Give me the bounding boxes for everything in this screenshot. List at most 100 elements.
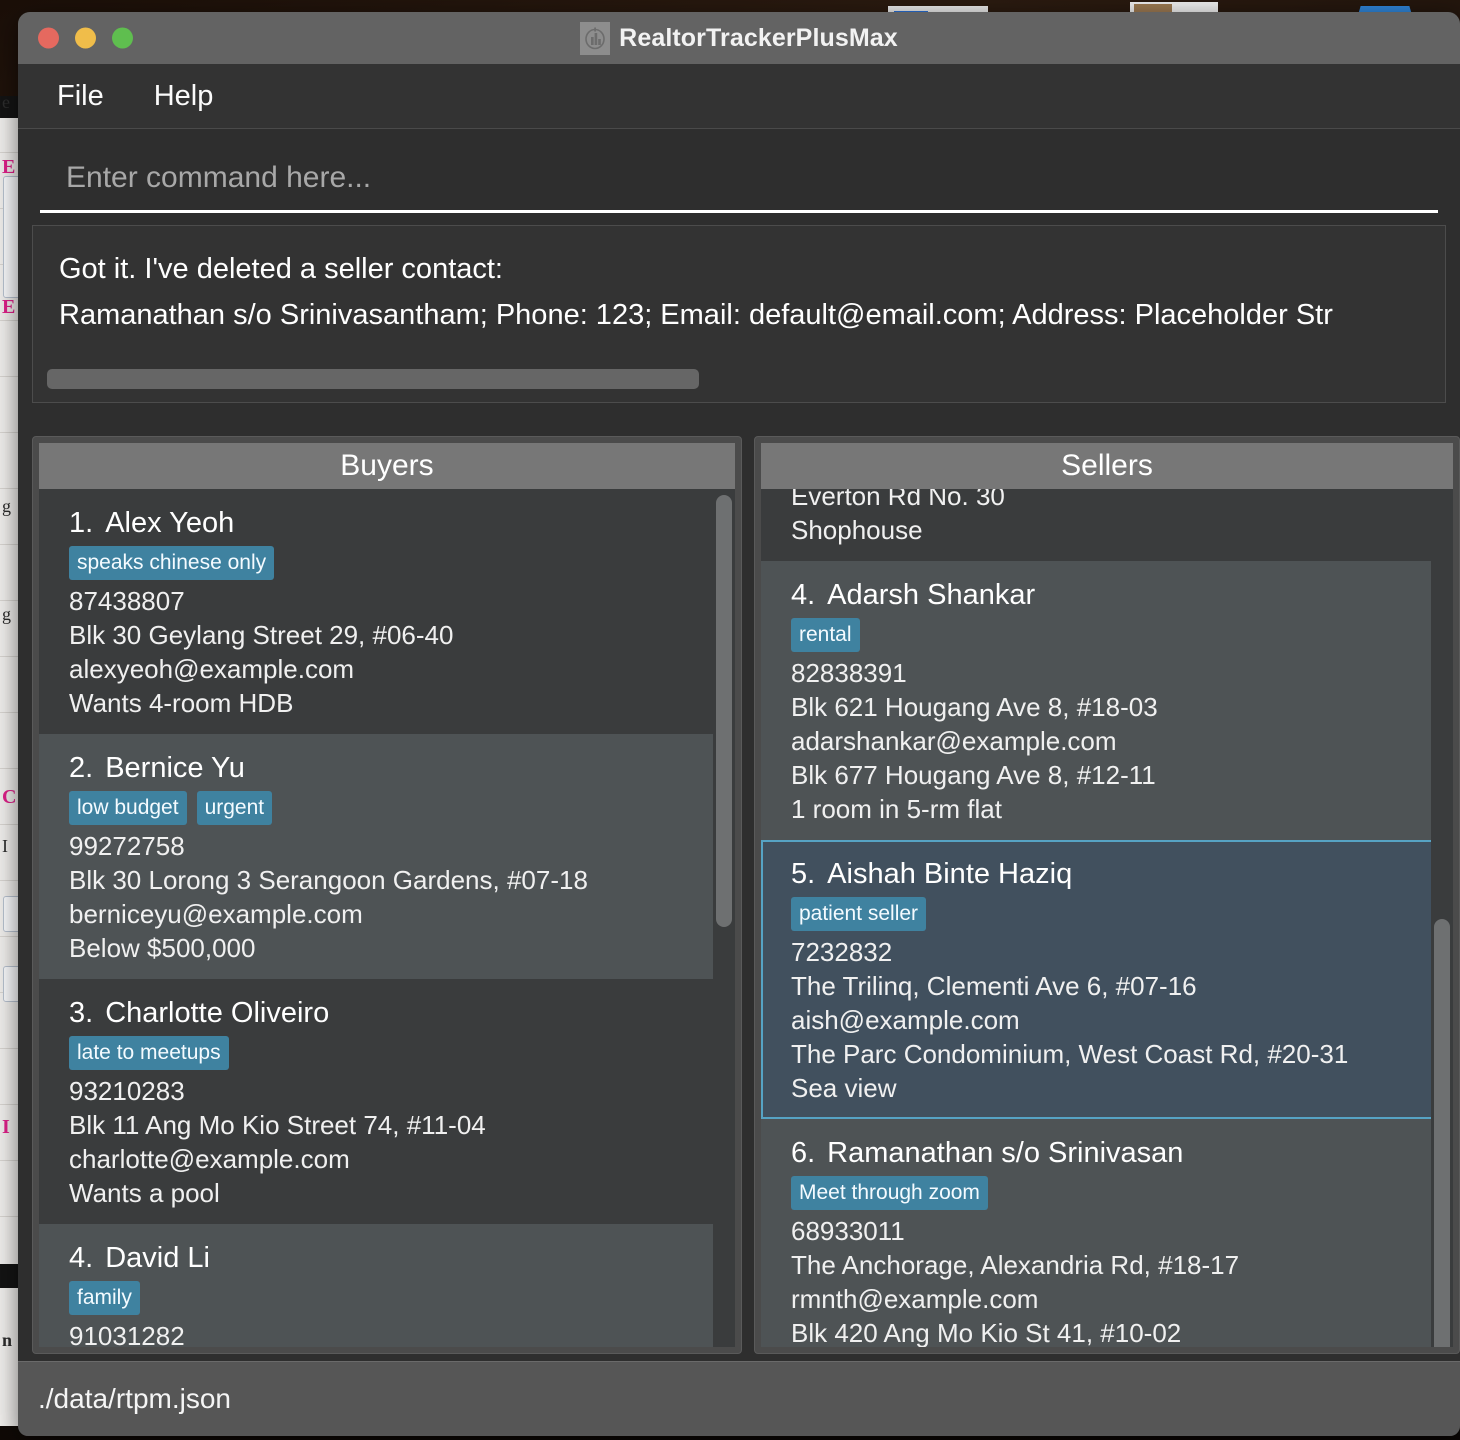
buyer-note: Wants a pool	[69, 1178, 220, 1208]
tag[interactable]: Meet through zoom	[790, 1176, 988, 1210]
buyer-address: Blk 30 Geylang Street 29, #06-40	[69, 620, 454, 650]
seller-card-partial-top[interactable]: Everton Rd No. 30 Shophouse	[760, 489, 1453, 561]
buyer-card-title: 3. Charlotte Oliveiro	[69, 993, 735, 1033]
tag[interactable]: rental	[790, 618, 860, 652]
buyers-scrollbar-thumb[interactable]	[715, 495, 732, 927]
seller-card-4[interactable]: 4. Adarsh Shankar rental 82838391 Blk 621…	[760, 561, 1453, 840]
buyer-card-title: 2. Bernice Yu	[69, 748, 735, 788]
buyer-note: Wants 4-room HDB	[69, 688, 294, 718]
seller-note: 1 room in 5-rm flat	[790, 794, 1002, 824]
response-horizontal-scrollbar-thumb[interactable]	[47, 369, 699, 389]
window-title: RealtorTrackerPlusMax	[619, 23, 898, 52]
menu-item-file[interactable]: File	[51, 78, 110, 115]
buyer-card-4[interactable]: 4.David Li family 91031282 Blk 436 Seran…	[39, 1224, 735, 1347]
buyer-name: Bernice Yu	[105, 752, 245, 784]
buyer-phone: 99272758	[69, 831, 185, 861]
sellers-scrollbar-thumb[interactable]	[1434, 919, 1450, 1347]
buyer-card-1[interactable]: 1. Alex Yeoh speaks chinese only 87438807…	[39, 489, 735, 734]
buyer-index: 3.	[69, 997, 94, 1029]
seller-index: 4.	[790, 579, 816, 611]
response-text: Got it. I've deleted a seller contact: R…	[59, 246, 1460, 338]
app-chart-icon	[580, 21, 611, 55]
close-button[interactable]	[38, 27, 59, 49]
maximize-button[interactable]	[112, 27, 133, 49]
seller-tags: Meet through zoom	[790, 1176, 1453, 1210]
window-title-group: RealtorTrackerPlusMax	[580, 21, 898, 55]
window-titlebar: RealtorTrackerPlusMax	[18, 12, 1460, 64]
seller-card-6[interactable]: 6. Ramanathan s/o Srinivasan Meet through…	[760, 1119, 1453, 1347]
menu-bar: File Help	[18, 64, 1460, 129]
buyer-email: berniceyu@example.com	[69, 899, 363, 929]
sellers-scrollbar[interactable]	[1431, 489, 1453, 1347]
tag[interactable]: low budget	[69, 791, 187, 825]
command-bar	[18, 129, 1460, 213]
menu-item-help[interactable]: Help	[148, 78, 220, 115]
buyer-address: Blk 11 Ang Mo Kio Street 74, #11-04	[69, 1110, 486, 1140]
buyer-index: 2.	[69, 752, 94, 784]
response-horizontal-scrollbar[interactable]	[47, 369, 1439, 389]
minimize-button[interactable]	[75, 27, 96, 49]
buyer-name: Charlotte Oliveiro	[105, 997, 330, 1029]
buyer-card-title: 4. David Li	[69, 1238, 735, 1278]
seller-email: rmnth@example.com	[790, 1284, 1039, 1314]
seller-partial-note: Shophouse	[790, 515, 923, 545]
buyer-phone: 93210283	[69, 1076, 185, 1106]
contacts-panels: Buyers 1. Alex Yeoh speaks chinese only 8…	[18, 436, 1460, 1354]
tag[interactable]: speaks chinese only	[69, 546, 275, 580]
buyer-email: charlotte@example.com	[69, 1144, 350, 1174]
tag[interactable]: urgent	[196, 791, 273, 825]
seller-property: The Parc Condominium, West Coast Rd, #20…	[790, 1039, 1349, 1069]
buyers-scrollbar[interactable]	[712, 489, 735, 1347]
seller-note: Sea view	[790, 1073, 897, 1103]
response-box: Got it. I've deleted a seller contact: R…	[32, 225, 1446, 403]
buyer-note: Below $500,000	[69, 933, 256, 963]
seller-name: Adarsh Shankar	[827, 579, 1036, 611]
seller-phone: 68933011	[790, 1216, 905, 1246]
buyer-index: 4.	[69, 1242, 94, 1274]
seller-property: Blk 420 Ang Mo Kio St 41, #10-02	[790, 1318, 1182, 1347]
seller-card-5-selected[interactable]: 5. Aishah Binte Haziq patient seller 7232…	[760, 840, 1439, 1119]
seller-name: Aishah Binte Haziq	[827, 858, 1073, 890]
buyers-panel: Buyers 1. Alex Yeoh speaks chinese only 8…	[32, 436, 742, 1354]
buyer-tags: late to meetups	[69, 1036, 735, 1070]
command-input[interactable]	[40, 157, 1438, 213]
app-window: RealtorTrackerPlusMax File Help Got it. …	[18, 12, 1460, 1436]
seller-tags: patient seller	[790, 897, 1437, 931]
sellers-panel-header: Sellers	[760, 443, 1453, 489]
seller-phone: 82838391	[790, 658, 907, 688]
buyer-card-3[interactable]: 3. Charlotte Oliveiro late to meetups 932…	[39, 979, 735, 1224]
tag[interactable]: family	[69, 1281, 140, 1315]
response-line-2: Ramanathan s/o Srinivasantham; Phone: 12…	[59, 299, 1333, 331]
status-bar: ./data/rtpm.json	[18, 1361, 1460, 1436]
seller-property: Blk 677 Hougang Ave 8, #12-11	[790, 760, 1156, 790]
buyer-name: Alex Yeoh	[105, 507, 235, 539]
buyer-index: 1.	[69, 507, 94, 539]
buyer-tags: low budget urgent	[69, 791, 735, 825]
buyer-tags: speaks chinese only	[69, 546, 735, 580]
buyer-card-2[interactable]: 2. Bernice Yu low budget urgent 99272758 …	[39, 734, 735, 979]
seller-index: 5.	[790, 858, 816, 890]
seller-address: Blk 621 Hougang Ave 8, #18-03	[790, 692, 1158, 722]
seller-partial-address: Everton Rd No. 30	[790, 489, 1005, 511]
seller-tags: rental	[790, 618, 1453, 652]
window-controls[interactable]	[38, 27, 133, 49]
buyer-email: alexyeoh@example.com	[69, 654, 355, 684]
buyer-card-title: 1. Alex Yeoh	[69, 503, 735, 543]
seller-card-title: 5. Aishah Binte Haziq	[791, 854, 1437, 894]
seller-email: aish@example.com	[790, 1005, 1020, 1035]
sellers-panel: Sellers Everton Rd No. 30 Shophouse 4. Ad…	[753, 436, 1460, 1354]
tag[interactable]: late to meetups	[69, 1036, 229, 1070]
tag[interactable]: patient seller	[790, 897, 927, 931]
seller-index: 6.	[790, 1137, 816, 1169]
buyer-phone: 91031282	[69, 1321, 185, 1347]
seller-address: The Anchorage, Alexandria Rd, #18-17	[790, 1250, 1240, 1280]
sellers-list: Everton Rd No. 30 Shophouse 4. Adarsh Sha…	[760, 489, 1453, 1347]
buyers-list: 1. Alex Yeoh speaks chinese only 87438807…	[39, 489, 735, 1347]
buyer-phone: 87438807	[69, 586, 185, 616]
buyer-address: Blk 30 Lorong 3 Serangoon Gardens, #07-1…	[69, 865, 588, 895]
seller-email: adarshankar@example.com	[790, 726, 1117, 756]
response-line-1: Got it. I've deleted a seller contact:	[59, 253, 503, 285]
status-file-path: ./data/rtpm.json	[38, 1383, 231, 1414]
buyer-name: David Li	[105, 1242, 210, 1274]
seller-phone: 7232832	[790, 937, 893, 967]
